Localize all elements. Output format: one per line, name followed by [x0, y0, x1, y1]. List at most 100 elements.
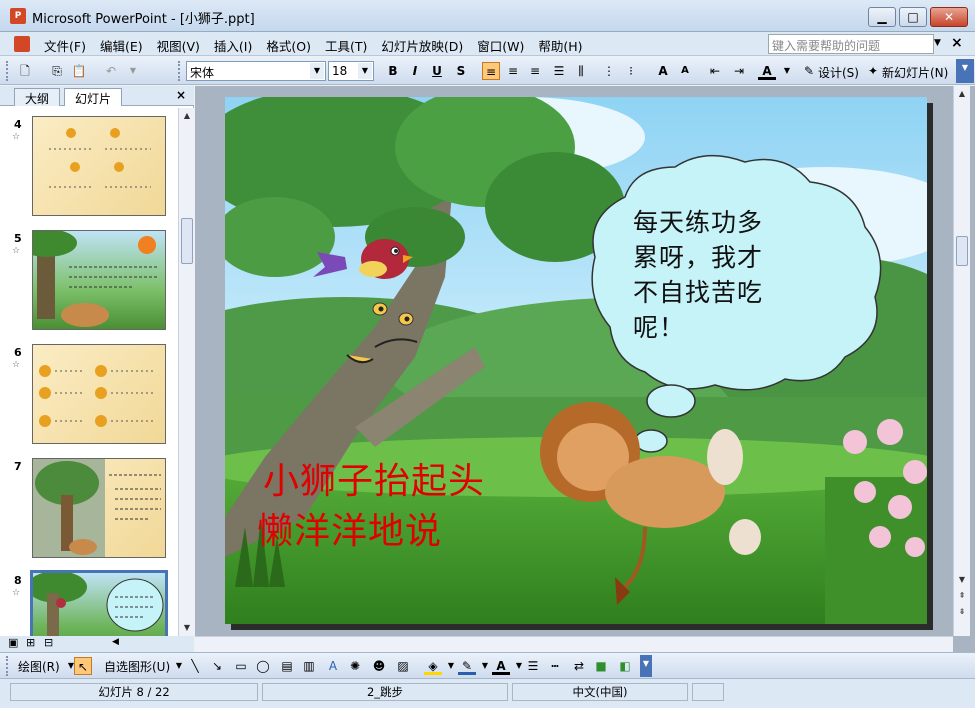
decrease-indent-icon[interactable]: ⇤: [706, 62, 724, 80]
toolbar-grip[interactable]: [178, 61, 181, 81]
help-dropdown-icon[interactable]: ▼: [934, 38, 941, 48]
menu-window[interactable]: 窗口(W): [477, 36, 524, 55]
italic-button[interactable]: I: [406, 62, 424, 80]
shadow-style-icon[interactable]: ■: [592, 657, 610, 675]
textbox-icon[interactable]: ▤: [278, 657, 296, 675]
new-slide-button[interactable]: 新幻灯片(N): [882, 64, 948, 81]
increase-font-icon[interactable]: A: [654, 62, 672, 80]
toolbar-grip[interactable]: [6, 61, 9, 81]
underline-button[interactable]: U: [428, 62, 446, 80]
arrow-style-icon[interactable]: ⇄: [570, 657, 588, 675]
toolbar-options-icon[interactable]: ▼: [956, 59, 974, 83]
thumbnail-scrollbar[interactable]: ▲ ▼: [178, 108, 194, 636]
align-right-icon[interactable]: ≡: [526, 62, 544, 80]
slideshow-icon[interactable]: ⊟: [44, 636, 53, 649]
toolbar-grip[interactable]: [6, 656, 9, 676]
maximize-button[interactable]: □: [899, 7, 927, 27]
menu-view[interactable]: 视图(V): [157, 36, 200, 55]
font-color-icon[interactable]: A: [492, 657, 510, 675]
bullets-icon[interactable]: ⁝: [622, 62, 640, 80]
new-slide-icon[interactable]: ✦: [864, 62, 882, 80]
current-slide[interactable]: 每天练功多 累呀，我才 不自找苦吃 呢！ 小狮子抬起头 懒洋洋地说: [225, 97, 927, 624]
align-left-icon[interactable]: ≡: [482, 62, 500, 80]
font-size-select[interactable]: 18 ▼: [328, 61, 374, 81]
paste-icon[interactable]: 📋: [70, 62, 88, 80]
previous-slide-icon[interactable]: ⇞: [954, 588, 970, 604]
scroll-thumb[interactable]: [956, 236, 968, 266]
tab-outline[interactable]: 大纲: [14, 88, 61, 106]
increase-indent-icon[interactable]: ⇥: [730, 62, 748, 80]
slide-sorter-icon[interactable]: ⊞: [26, 636, 35, 649]
slide-thumbnail-item[interactable]: 6 ☆: [0, 340, 178, 448]
line-style-icon[interactable]: ☰: [524, 657, 542, 675]
scroll-thumb[interactable]: [181, 218, 193, 264]
diagram-icon[interactable]: ✺: [346, 657, 364, 675]
undo-dropdown-icon[interactable]: ▼: [124, 62, 142, 80]
slide-thumbnail[interactable]: [32, 230, 166, 330]
scroll-up-icon[interactable]: ▲: [954, 86, 970, 102]
close-button[interactable]: ✕: [930, 7, 968, 27]
menu-insert[interactable]: 插入(I): [214, 36, 252, 55]
chevron-down-icon[interactable]: ▼: [358, 63, 372, 79]
speech-bubble-text[interactable]: 每天练功多 累呀，我才 不自找苦吃 呢！: [633, 205, 763, 345]
slide-thumbnail-item[interactable]: 4 ☆: [0, 112, 178, 220]
slide-thumbnail-selected[interactable]: [30, 570, 168, 636]
undo-icon[interactable]: ↶: [102, 62, 120, 80]
clipart-icon[interactable]: ☻: [370, 657, 388, 675]
bold-button[interactable]: B: [384, 62, 402, 80]
menu-help[interactable]: 帮助(H): [538, 36, 582, 55]
oval-icon[interactable]: ◯: [254, 657, 272, 675]
design-icon[interactable]: ✎: [800, 62, 818, 80]
document-close-button[interactable]: ×: [951, 35, 963, 51]
arrow-icon[interactable]: ↘: [208, 657, 226, 675]
shadow-button[interactable]: S: [452, 62, 470, 80]
scroll-down-icon[interactable]: ▼: [954, 572, 970, 588]
fill-color-icon[interactable]: ◈: [424, 657, 442, 675]
draw-menu-button[interactable]: 绘图(R): [18, 658, 60, 675]
slide-vertical-scrollbar[interactable]: ▲ ▼ ⇞ ⇟: [953, 86, 970, 636]
text-direction-icon[interactable]: ⫼: [572, 62, 590, 80]
pane-close-button[interactable]: ×: [176, 88, 186, 102]
dash-style-icon[interactable]: ┅: [546, 657, 564, 675]
wordart-icon[interactable]: A: [324, 657, 342, 675]
autoshapes-button[interactable]: 自选图形(U): [104, 658, 170, 675]
chevron-down-icon[interactable]: ▼: [310, 63, 324, 79]
align-center-icon[interactable]: ≡: [504, 62, 522, 80]
document-icon[interactable]: [14, 36, 30, 52]
menu-file[interactable]: 文件(F): [44, 36, 86, 55]
distribute-icon[interactable]: ☰: [550, 62, 568, 80]
caption-line-1[interactable]: 小狮子抬起头: [263, 452, 485, 504]
menu-tools[interactable]: 工具(T): [325, 36, 367, 55]
vertical-textbox-icon[interactable]: ▥: [300, 657, 318, 675]
design-button[interactable]: 设计(S): [818, 64, 859, 81]
font-color-dropdown-icon[interactable]: ▼: [778, 62, 796, 80]
slide-thumbnail[interactable]: [32, 458, 166, 558]
numbering-icon[interactable]: ⋮: [600, 62, 618, 80]
caption-line-2[interactable]: 懒洋洋地说: [257, 502, 442, 554]
menu-slideshow[interactable]: 幻灯片放映(D): [381, 36, 463, 55]
slide-horizontal-scrollbar[interactable]: [195, 636, 953, 652]
line-icon[interactable]: ╲: [186, 657, 204, 675]
3d-style-icon[interactable]: ◧: [616, 657, 634, 675]
menu-edit[interactable]: 编辑(E): [100, 36, 143, 55]
slide-thumbnail-item[interactable]: 7: [0, 454, 178, 562]
slide-thumbnail-item[interactable]: 8 ☆: [0, 568, 178, 636]
slide-thumbnail[interactable]: [32, 344, 166, 444]
decrease-font-icon[interactable]: A: [676, 62, 694, 80]
slide-thumbnail[interactable]: [32, 116, 166, 216]
scroll-up-icon[interactable]: ▲: [179, 108, 195, 124]
copy-icon[interactable]: ⎘: [48, 62, 66, 80]
toolbar-options-icon[interactable]: ▼: [640, 655, 652, 677]
rectangle-icon[interactable]: ▭: [232, 657, 250, 675]
select-pointer-icon[interactable]: ↖: [74, 657, 92, 675]
scroll-left-icon[interactable]: ◀: [112, 637, 119, 647]
tab-slides[interactable]: 幻灯片: [64, 88, 123, 106]
normal-view-icon[interactable]: ▣: [8, 636, 18, 649]
line-color-icon[interactable]: ✎: [458, 657, 476, 675]
minimize-button[interactable]: ▁: [868, 7, 896, 27]
menu-format[interactable]: 格式(O): [266, 36, 311, 55]
new-document-icon[interactable]: 🗋: [16, 62, 34, 80]
scroll-down-icon[interactable]: ▼: [179, 620, 195, 636]
font-color-icon[interactable]: A: [758, 62, 776, 80]
help-search-input[interactable]: 键入需要帮助的问题: [768, 34, 934, 54]
